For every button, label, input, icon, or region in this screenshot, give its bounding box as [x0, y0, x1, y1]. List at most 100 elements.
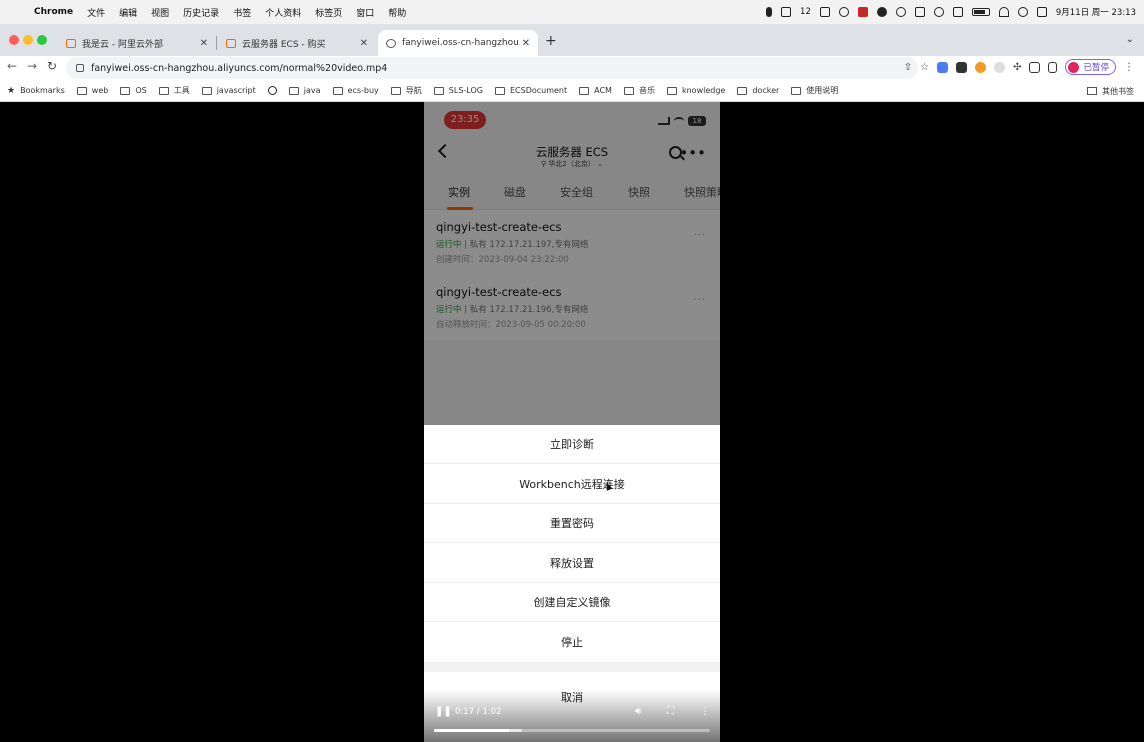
- control-center-icon[interactable]: [1036, 7, 1047, 17]
- action-diagnose[interactable]: 立即诊断: [424, 425, 720, 464]
- address-bar[interactable]: fanyiwei.oss-cn-hangzhou.aliyuncs.com/no…: [66, 57, 918, 79]
- volume-icon[interactable]: 🔊︎: [635, 706, 641, 717]
- new-tab-plus-icon[interactable]: +: [545, 33, 557, 49]
- target-icon[interactable]: [838, 7, 849, 17]
- bookmark-label: ECSDocument: [509, 86, 568, 95]
- menu-view[interactable]: 视图: [151, 6, 169, 19]
- tab-aliyun-home[interactable]: 我是云 - 阿里云外部 ✕: [58, 30, 216, 56]
- url-text[interactable]: fanyiwei.oss-cn-hangzhou.aliyuncs.com/no…: [91, 63, 387, 74]
- action-stop[interactable]: 停止: [424, 623, 720, 662]
- toolbar-right: ⇧ ☆ ✣ 已暂停 ⋮: [904, 59, 1134, 75]
- bookmark-folder-web[interactable]: web: [76, 86, 109, 95]
- chrome-menu-icon[interactable]: ⋮: [1124, 62, 1134, 73]
- reading-list-icon[interactable]: [1029, 61, 1041, 73]
- extension-cloud-icon[interactable]: [994, 61, 1006, 73]
- bookmark-folder-os[interactable]: OS: [120, 86, 147, 95]
- bookmark-folder-sls-log[interactable]: SLS-LOG: [433, 86, 483, 95]
- bookmark-label: java: [303, 86, 321, 95]
- bookmark-label: web: [91, 86, 109, 95]
- aliyun-favicon-icon: [226, 38, 236, 48]
- action-release-settings[interactable]: 释放设置: [424, 544, 720, 583]
- action-workbench-connect[interactable]: Workbench远程连接: [424, 465, 720, 504]
- bookmark-folder-knowledge[interactable]: knowledge: [666, 86, 726, 95]
- menu-tab[interactable]: 标签页: [315, 6, 342, 19]
- tab-video[interactable]: fanyiwei.oss-cn-hangzhou.aliy… ✕: [378, 30, 538, 56]
- tab-search-chevron-icon[interactable]: ⌄: [1126, 34, 1134, 45]
- cube-icon[interactable]: [819, 7, 830, 17]
- microphone-icon[interactable]: [766, 7, 773, 17]
- video-player[interactable]: 23:35 18 云服务器 ECS ⚲ 华北2（北京） ⌄ ••• 实例 磁盘 …: [0, 102, 1144, 742]
- vpn-shield-icon[interactable]: [914, 7, 925, 17]
- bookmark-folder-nav[interactable]: 导航: [390, 85, 422, 96]
- pause-icon[interactable]: ❚❚: [435, 706, 452, 717]
- bookmark-globe[interactable]: [267, 86, 277, 95]
- star-icon: ★: [7, 85, 16, 96]
- menu-edit[interactable]: 编辑: [119, 6, 137, 19]
- bookmark-folder-docker[interactable]: docker: [737, 86, 779, 95]
- bookmark-label: 其他书签: [1102, 86, 1134, 96]
- reload-icon[interactable]: ↻: [47, 59, 57, 73]
- folder-icon: [494, 86, 505, 95]
- close-icon[interactable]: ✕: [360, 38, 368, 49]
- shield-app-icon[interactable]: [857, 7, 868, 17]
- battery-icon[interactable]: [971, 8, 990, 16]
- action-create-image[interactable]: 创建自定义镜像: [424, 583, 720, 622]
- status-app-icon[interactable]: [781, 7, 792, 17]
- menu-clock[interactable]: 9月11日 周一 23:13: [1056, 6, 1136, 18]
- status-counter-badge[interactable]: 12: [800, 7, 811, 17]
- cloud-icon[interactable]: [876, 7, 887, 17]
- menu-app-name[interactable]: Chrome: [34, 7, 73, 17]
- extension-translate-icon[interactable]: [937, 61, 949, 73]
- wifi-icon[interactable]: [998, 7, 1009, 17]
- folder-icon: [76, 86, 87, 95]
- forward-arrow-icon[interactable]: →: [27, 59, 37, 73]
- tab-separator: [216, 36, 217, 50]
- bookmark-folder-tools[interactable]: 工具: [158, 85, 190, 96]
- modal-overlay[interactable]: [424, 102, 720, 425]
- bookmark-other[interactable]: 其他书签: [1087, 80, 1134, 102]
- tab-ecs-buy[interactable]: 云服务器 ECS - 购买 ✕: [218, 30, 376, 56]
- bookmark-folder-java[interactable]: java: [288, 86, 321, 95]
- bookmark-star-icon[interactable]: ☆: [920, 62, 929, 73]
- bookmark-folder-ecs-buy[interactable]: ecs-buy: [332, 86, 379, 95]
- window-zoom-button[interactable]: [37, 35, 47, 45]
- bookmark-label: javascript: [216, 86, 256, 95]
- menu-window[interactable]: 窗口: [356, 6, 374, 19]
- bookmark-folder-acm[interactable]: ACM: [579, 86, 612, 95]
- folder-icon: [666, 86, 677, 95]
- extensions-puzzle-icon[interactable]: ✣: [1013, 62, 1021, 73]
- menu-history[interactable]: 历史记录: [183, 6, 219, 19]
- bookmark-folder-javascript[interactable]: javascript: [201, 86, 256, 95]
- window-close-button[interactable]: [9, 35, 19, 45]
- share-icon[interactable]: ⇧: [904, 62, 912, 73]
- bookmark-label: ecs-buy: [347, 86, 379, 95]
- spotlight-search-icon[interactable]: [1017, 7, 1028, 17]
- bookmark-folder-manual[interactable]: 使用说明: [791, 85, 838, 96]
- browser-toolbar: ← → ↻ fanyiwei.oss-cn-hangzhou.aliyuncs.…: [0, 56, 1144, 80]
- sync-icon[interactable]: [895, 7, 906, 17]
- bookmark-label: knowledge: [681, 86, 726, 95]
- action-reset-password[interactable]: 重置密码: [424, 504, 720, 543]
- side-panel-icon[interactable]: [1048, 61, 1058, 73]
- play-circle-icon[interactable]: [933, 7, 944, 17]
- video-progress-bar[interactable]: [434, 729, 710, 732]
- window-minimize-button[interactable]: [23, 35, 33, 45]
- bookmark-bookmarks[interactable]: ★ Bookmarks: [7, 86, 65, 96]
- extension-monitor-icon[interactable]: [956, 61, 968, 73]
- back-arrow-icon[interactable]: ←: [7, 59, 17, 73]
- extension-orange-icon[interactable]: [975, 61, 987, 73]
- played-bar: [434, 729, 509, 732]
- menu-profiles[interactable]: 个人资料: [265, 6, 301, 19]
- profile-button[interactable]: 已暂停: [1065, 59, 1116, 75]
- bookmark-folder-ecsdocument[interactable]: ECSDocument: [494, 86, 568, 95]
- menu-help[interactable]: 帮助: [388, 6, 406, 19]
- fullscreen-icon[interactable]: ⛶: [667, 706, 674, 717]
- bookmark-folder-music[interactable]: 音乐: [623, 85, 655, 96]
- close-icon[interactable]: ✕: [522, 38, 530, 49]
- close-icon[interactable]: ✕: [200, 38, 208, 49]
- screen-icon[interactable]: [952, 7, 963, 17]
- more-options-icon[interactable]: ⋮: [700, 706, 710, 717]
- site-info-icon[interactable]: [76, 64, 84, 72]
- menu-file[interactable]: 文件: [87, 6, 105, 19]
- menu-bookmarks[interactable]: 书签: [233, 6, 251, 19]
